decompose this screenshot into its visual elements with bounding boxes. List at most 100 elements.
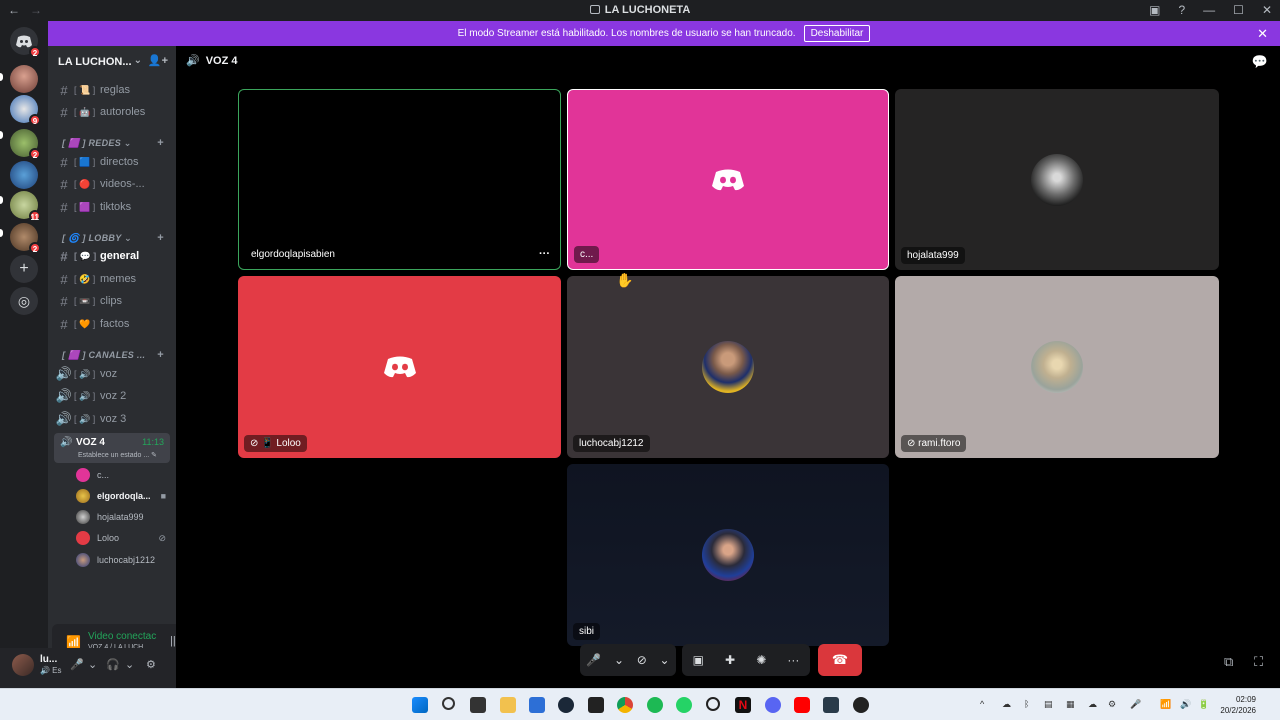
channel-reglas[interactable]: # [ 📜 ] reglas <box>54 80 170 100</box>
server-icon-3[interactable]: 2 <box>10 129 41 160</box>
file-explorer-icon[interactable] <box>500 697 516 713</box>
voice-channel-voz-2[interactable]: 🔊[ 🔊 ] voz 2 <box>54 386 170 406</box>
video-tile-c[interactable]: c... <box>567 89 889 270</box>
close-button[interactable]: ✕ <box>1262 3 1272 17</box>
channel-tiktoks[interactable]: # [ 🟪 ] tiktoks <box>54 197 170 217</box>
wifi-icon[interactable]: 📶 <box>1160 699 1171 710</box>
headphones-icon[interactable]: 🎧 <box>106 658 120 671</box>
signal-icon[interactable]: 📶 <box>66 635 81 649</box>
chrome-icon[interactable] <box>617 697 633 713</box>
user-name[interactable]: lu... <box>40 654 57 665</box>
netflix-icon[interactable]: N <box>735 697 751 713</box>
banner-close-icon[interactable]: ✕ <box>1257 26 1268 42</box>
server-header[interactable]: LA LUCHON... ⌄ 👤+ <box>48 46 176 78</box>
camera-off-button[interactable]: ⊘ <box>637 653 647 667</box>
popout-icon[interactable]: ⧉ <box>1224 654 1233 670</box>
server-icon-4[interactable] <box>10 161 38 189</box>
server-icon-5[interactable]: 11 <box>10 191 41 222</box>
invite-icon[interactable]: 👤+ <box>148 54 168 67</box>
epic-games-icon[interactable] <box>588 697 604 713</box>
chat-icon[interactable]: 💬 <box>1252 54 1268 70</box>
chevron-down-icon[interactable]: ⌄ <box>134 55 142 66</box>
channel-memes[interactable]: # [ 🤣 ] memes <box>54 269 170 289</box>
youtube-icon[interactable] <box>794 697 810 713</box>
server-icon-1[interactable] <box>10 65 38 93</box>
video-tile-sibi[interactable]: sibi <box>567 464 889 646</box>
channel-general[interactable]: # [ 💬 ] general <box>54 246 170 266</box>
voice-member[interactable]: Loloo ⊘ <box>76 529 170 547</box>
voice-member[interactable]: c... <box>76 466 170 484</box>
add-channel-icon[interactable]: + <box>157 232 164 244</box>
channel-directos[interactable]: # [ 🟦 ] directos <box>54 152 170 172</box>
channel-clips[interactable]: # [ 📼 ] clips <box>54 291 170 311</box>
channel-factos[interactable]: # [ 🧡 ] factos <box>54 314 170 334</box>
connection-status[interactable]: Video conectac <box>88 631 156 642</box>
steam-icon[interactable] <box>558 697 574 713</box>
chevron-down-icon[interactable]: ⌄ <box>88 658 97 671</box>
video-tile-loloo[interactable]: ⊘ 📱 Loloo <box>238 276 561 458</box>
more-options-icon[interactable]: ··· <box>539 248 550 260</box>
discover-button[interactable]: ◎ <box>10 287 38 315</box>
fullscreen-icon[interactable]: ⛶ <box>1254 654 1263 670</box>
tray-mic-icon[interactable]: 🎤 <box>1130 699 1141 710</box>
chatgpt-icon[interactable] <box>706 697 720 711</box>
microphone-button[interactable]: 🎤 <box>586 653 601 667</box>
voice-channel-voz[interactable]: 🔊[ 🔊 ] voz <box>54 364 170 384</box>
add-server-button[interactable]: + <box>10 255 38 283</box>
channel-autoroles[interactable]: # [ 🤖 ] autoroles <box>54 102 170 122</box>
disable-streamer-button[interactable]: Deshabilitar <box>803 25 871 42</box>
voice-member[interactable]: luchocabj1212 <box>76 551 170 569</box>
start-icon[interactable] <box>412 697 428 713</box>
add-channel-icon[interactable]: + <box>157 137 164 149</box>
set-status-link[interactable]: Establece un estado ... ✎ <box>78 451 157 459</box>
disconnect-button[interactable]: ☎ <box>818 644 862 676</box>
screen-share-button[interactable]: ▣ <box>693 653 704 667</box>
soundboard-button[interactable]: ✺ <box>756 653 766 667</box>
task-view-icon[interactable] <box>470 697 486 713</box>
onedrive-icon[interactable]: ☁ <box>1002 699 1011 710</box>
voice-member[interactable]: elgordoqla... ■ <box>76 487 170 505</box>
server-icon-6[interactable]: 2 <box>10 223 41 254</box>
video-tile-rami-ftoro[interactable]: ⊘ rami.ftoro <box>895 276 1219 458</box>
voice-member[interactable]: hojalata999 <box>76 508 170 526</box>
discord-icon[interactable] <box>765 697 781 713</box>
search-icon[interactable] <box>442 697 455 710</box>
volume-icon[interactable]: 🔊 <box>1180 699 1191 710</box>
spotify-icon[interactable] <box>647 697 663 713</box>
tray-expand-icon[interactable]: ^ <box>980 699 984 709</box>
tray-settings-icon[interactable]: ⚙ <box>1108 699 1116 710</box>
settings-icon[interactable]: ⚙ <box>146 658 156 671</box>
more-options-button[interactable]: ··· <box>787 653 799 667</box>
tray-app-icon[interactable]: ▦ <box>1066 699 1075 710</box>
app-icon[interactable] <box>823 697 839 713</box>
tray-app-icon[interactable]: ▤ <box>1044 699 1053 710</box>
add-channel-icon[interactable]: + <box>157 349 164 361</box>
battery-icon[interactable]: 🔋 <box>1198 699 1209 710</box>
tray-app-icon[interactable]: ☁ <box>1088 699 1097 710</box>
maximize-button[interactable]: ☐ <box>1233 3 1244 17</box>
activities-button[interactable]: ✚ <box>725 653 735 667</box>
inbox-icon[interactable]: ▣ <box>1149 3 1160 17</box>
bluetooth-icon[interactable]: ᛒ <box>1024 699 1029 709</box>
video-tile-elgordoqlapisabien[interactable]: elgordoqlapisabien ··· <box>238 89 561 270</box>
video-tile-hojalata999[interactable]: hojalata999 <box>895 89 1219 270</box>
mic-icon[interactable]: 🎤 <box>70 658 84 671</box>
system-clock[interactable]: 02:09 20/2/2026 <box>1220 694 1256 716</box>
store-icon[interactable] <box>529 697 545 713</box>
voice-channel-voz-4[interactable]: 🔊 VOZ 4 11:13 Establece un estado ... ✎ <box>54 433 170 463</box>
home-button[interactable]: 2 <box>10 27 41 58</box>
video-tile-luchocabj1212[interactable]: luchocabj1212 <box>567 276 889 458</box>
server-icon-2[interactable]: 9 <box>10 95 41 126</box>
chevron-down-icon[interactable]: ⌄ <box>660 653 670 667</box>
obs-icon[interactable] <box>853 697 869 713</box>
channel-videos[interactable]: # [ 🔴 ] videos-... <box>54 174 170 194</box>
minimize-button[interactable]: — <box>1203 3 1215 17</box>
category-canales[interactable]: [ 🟪 ] CANALES ... + <box>62 348 170 362</box>
voice-channel-voz-3[interactable]: 🔊[ 🔊 ] voz 3 <box>54 409 170 429</box>
avatar[interactable] <box>12 654 34 676</box>
category-redes[interactable]: [ 🟪 ] REDES ⌄ + <box>62 136 170 150</box>
chevron-down-icon[interactable]: ⌄ <box>125 658 134 671</box>
category-lobby[interactable]: [ 🌀 ] LOBBY ⌄ + <box>62 231 170 245</box>
help-icon[interactable]: ? <box>1178 3 1185 17</box>
chevron-down-icon[interactable]: ⌄ <box>614 653 624 667</box>
